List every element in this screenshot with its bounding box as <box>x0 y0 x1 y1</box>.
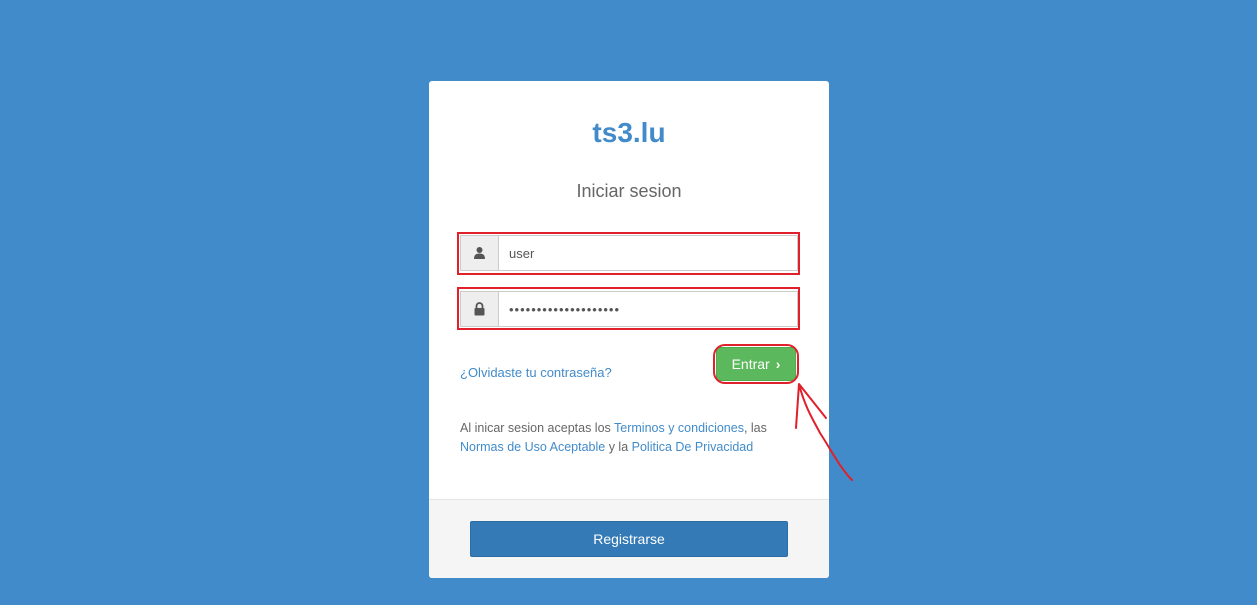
user-icon <box>461 236 499 270</box>
terms-separator-1: , las <box>743 421 767 435</box>
terms-separator-2: y la <box>605 440 632 454</box>
enter-button[interactable]: Entrar › <box>716 347 796 381</box>
register-button[interactable]: Registrarse <box>470 521 788 557</box>
terms-prefix: Al inicar sesion aceptas los <box>460 421 615 435</box>
privacy-policy-link[interactable]: Politica De Privacidad <box>632 440 754 454</box>
username-field[interactable] <box>499 236 797 270</box>
acceptable-use-link[interactable]: Normas de Uso Aceptable <box>460 440 605 454</box>
chevron-right-icon: › <box>775 356 781 372</box>
username-input-group <box>460 235 798 271</box>
brand-title: ts3.lu <box>592 117 666 148</box>
login-card: ts3.lu Iniciar sesion ¿Olvidaste tu cont… <box>429 81 829 578</box>
password-field[interactable] <box>499 292 797 326</box>
page-subtitle: Iniciar sesion <box>576 181 682 201</box>
enter-button-label: Entrar <box>731 356 770 372</box>
lock-icon <box>461 292 499 326</box>
card-footer: Registrarse <box>429 499 829 578</box>
password-input-group <box>460 291 798 327</box>
terms-text: Al inicar sesion aceptas los Terminos y … <box>460 419 800 457</box>
forgot-password-link[interactable]: ¿Olvidaste tu contraseña? <box>460 365 612 380</box>
terms-link[interactable]: Terminos y condiciones <box>614 421 744 435</box>
